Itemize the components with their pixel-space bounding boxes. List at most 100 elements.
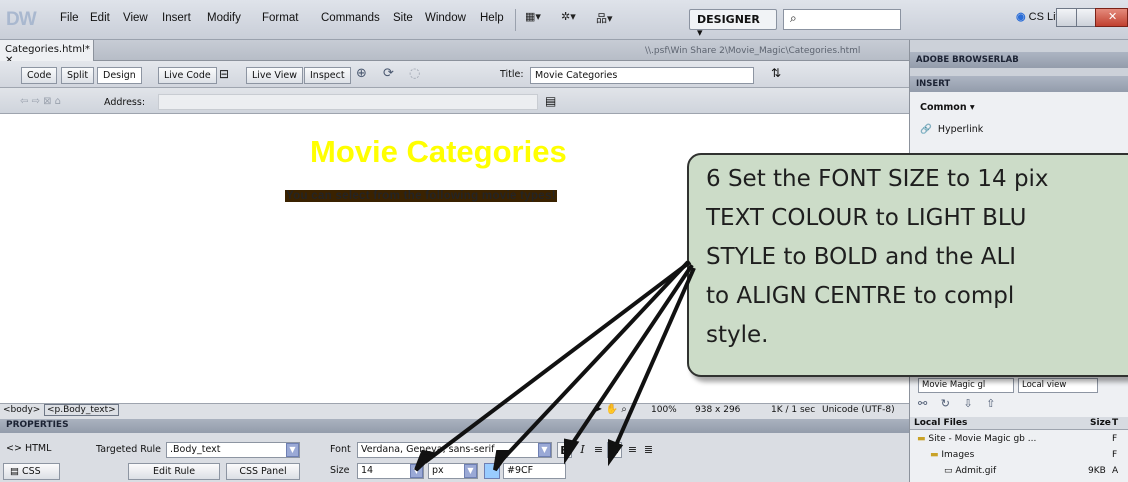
size-label: Size <box>330 465 350 476</box>
tag-body[interactable]: <body> <box>3 405 40 415</box>
properties-header[interactable]: PROPERTIES <box>0 419 909 433</box>
page-heading[interactable]: Movie Categories <box>310 134 567 170</box>
file-row[interactable]: ▬ Site - Movie Magic gb ... <box>917 434 1036 444</box>
local-files-column[interactable]: Local Files <box>914 418 967 428</box>
live-code-button[interactable]: Live Code <box>158 67 217 84</box>
file-row[interactable]: ▭ Admit.gif <box>944 466 996 476</box>
text-color-input[interactable]: #9CF <box>503 463 566 479</box>
hyperlink-label: Hyperlink <box>937 124 984 135</box>
folder-icon: ▬ <box>930 450 939 460</box>
address-options-icon[interactable]: ▤ <box>545 94 556 108</box>
insert-panel-header[interactable]: INSERT <box>910 76 1128 92</box>
align-left-icon[interactable]: ≡ <box>591 442 606 458</box>
workspace-switcher[interactable]: DESIGNER ▾ <box>689 9 777 39</box>
site-select[interactable]: Movie Magic gl <box>918 378 1014 393</box>
maximize-button[interactable] <box>1076 8 1097 27</box>
view-options-icon[interactable]: ◌ <box>409 66 420 81</box>
callout-text: 6 Set the FONT SIZE to 14 pix TEXT COLOU… <box>706 166 1049 348</box>
file-row[interactable]: ▬ Images <box>930 450 974 460</box>
html-tab[interactable]: <> HTML <box>6 443 51 454</box>
chevron-down-icon[interactable]: ▼ <box>286 443 299 457</box>
zoom-tools-icon[interactable]: ➤ ✋ ⌕ <box>594 404 627 415</box>
file-type: F <box>1112 450 1118 460</box>
split-view-button[interactable]: Split <box>61 67 95 84</box>
document-tab[interactable]: Categories.html* ✕ <box>0 40 94 66</box>
chevron-down-icon[interactable]: ▼ <box>464 464 477 478</box>
css-panel-button[interactable]: CSS Panel <box>226 463 300 480</box>
page-paragraph[interactable]: You can select from the following movie … <box>285 190 557 202</box>
extend-icon[interactable]: ✲▾ <box>561 10 576 29</box>
italic-button[interactable]: I <box>575 442 590 458</box>
menu-separator <box>515 9 516 31</box>
justify-icon[interactable]: ≣ <box>641 442 656 458</box>
minimize-button[interactable] <box>1056 8 1077 27</box>
code-view-button[interactable]: Code <box>21 67 58 84</box>
menu-window[interactable]: Window <box>425 12 466 24</box>
design-view-button[interactable]: Design <box>97 67 142 84</box>
file-type: A <box>1112 466 1119 476</box>
title-input[interactable]: Movie Categories <box>530 67 754 84</box>
targeted-rule-select[interactable]: .Body_text <box>166 442 300 458</box>
help-search-input[interactable]: ⌕ <box>783 9 901 30</box>
files-toolbar-icons[interactable]: ⚯ ↻ ⇩ ⇧ <box>918 397 1000 410</box>
menu-insert[interactable]: Insert <box>162 12 191 24</box>
address-label: Address: <box>104 97 146 108</box>
size-column[interactable]: Size <box>1090 418 1111 428</box>
folder-icon: ▬ <box>917 434 926 444</box>
file-name: Admit.gif <box>955 466 997 476</box>
check-browser-icon[interactable]: ⊟ <box>219 67 229 81</box>
workspace-label: DESIGNER <box>697 13 760 26</box>
link-icon: 🔗 <box>920 124 932 135</box>
font-select[interactable]: Verdana, Geneva, sans-serif <box>357 442 552 458</box>
view-select[interactable]: Local view <box>1018 378 1098 393</box>
document-tab-label: Categories.html* <box>5 44 90 55</box>
insert-category-select[interactable]: Common ▾ <box>920 102 975 113</box>
site-icon[interactable]: 品▾ <box>596 10 613 29</box>
menu-format[interactable]: Format <box>262 12 298 24</box>
html-icon: <> <box>6 443 22 454</box>
browser-nav-icons[interactable]: ⇦ ⇨ ⊠ ⌂ <box>20 96 61 107</box>
chevron-down-icon[interactable]: ▼ <box>410 464 423 478</box>
targeted-rule-label: Targeted Rule <box>96 444 161 455</box>
preview-browser-icon[interactable]: ⊕ <box>356 66 367 81</box>
bold-button[interactable]: B <box>557 442 572 458</box>
file-type: F <box>1112 434 1118 444</box>
close-button[interactable]: ✕ <box>1095 8 1128 27</box>
cs-live-icon: ◉ <box>1016 11 1026 23</box>
refresh-icon[interactable]: ⟳ <box>383 66 394 81</box>
zoom-level[interactable]: 100% <box>651 405 677 415</box>
css-tab[interactable]: ▤ CSS <box>3 463 60 480</box>
title-label: Title: <box>500 69 524 80</box>
live-view-button[interactable]: Live View <box>246 67 303 84</box>
hyperlink-item[interactable]: 🔗 Hyperlink <box>920 124 983 135</box>
align-center-icon[interactable]: ≡ <box>607 442 622 458</box>
menu-commands[interactable]: Commands <box>321 12 380 24</box>
menu-file[interactable]: File <box>60 12 79 24</box>
align-right-icon[interactable]: ≡ <box>625 442 640 458</box>
inspect-button[interactable]: Inspect <box>304 67 351 84</box>
dreamweaver-logo: DW <box>6 9 37 30</box>
menu-site[interactable]: Site <box>393 12 413 24</box>
menu-view[interactable]: View <box>123 12 148 24</box>
image-file-icon: ▭ <box>944 466 953 476</box>
edit-rule-button[interactable]: Edit Rule <box>128 463 220 480</box>
window-size[interactable]: 938 x 296 <box>695 405 740 415</box>
encoding: Unicode (UTF-8) <box>822 405 895 415</box>
chevron-down-icon[interactable]: ▼ <box>538 443 551 457</box>
tag-p[interactable]: <p.Body_text> <box>44 404 119 416</box>
browserlab-panel-header[interactable]: ADOBE BROWSERLAB <box>910 52 1128 68</box>
css-icon: ▤ <box>10 466 19 477</box>
text-color-swatch[interactable] <box>484 463 500 479</box>
menu-edit[interactable]: Edit <box>90 12 110 24</box>
close-icon: ✕ <box>1108 10 1118 23</box>
layout-icon[interactable]: ▦▾ <box>525 10 541 29</box>
menu-help[interactable]: Help <box>480 12 504 24</box>
file-size: 9KB <box>1088 466 1106 476</box>
file-name: Site - Movie Magic gb ... <box>928 434 1037 444</box>
file-name: Images <box>941 450 975 460</box>
menu-modify[interactable]: Modify <box>207 12 241 24</box>
address-input[interactable] <box>158 94 538 110</box>
insert-category-label: Common <box>920 102 967 113</box>
type-column[interactable]: T <box>1112 418 1118 428</box>
file-management-icon[interactable]: ⇅ <box>771 66 781 80</box>
